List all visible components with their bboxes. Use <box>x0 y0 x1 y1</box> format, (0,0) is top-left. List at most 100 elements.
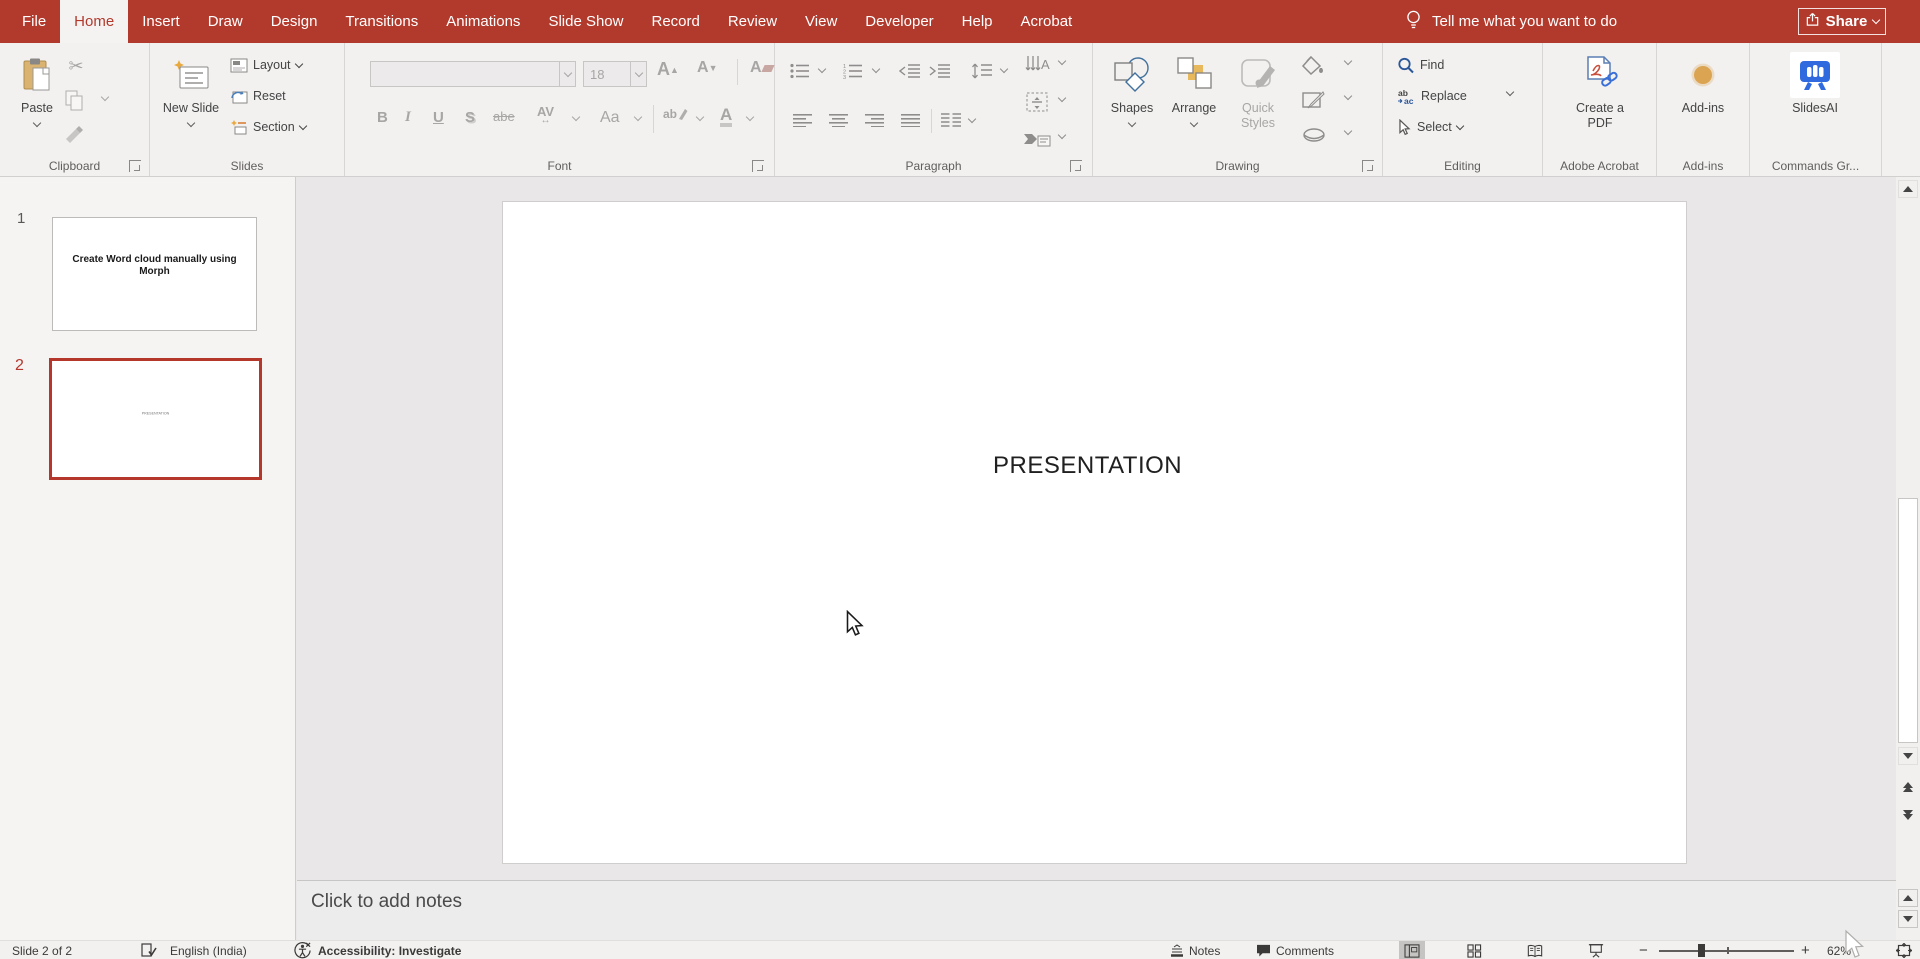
line-spacing-button[interactable] <box>971 63 993 79</box>
menu-tab-home[interactable]: Home <box>60 0 128 43</box>
menu-tab-view[interactable]: View <box>791 0 851 43</box>
notes-scroll-up-button[interactable] <box>1898 889 1918 907</box>
menu-tab-transitions[interactable]: Transitions <box>331 0 432 43</box>
line-spacing-chevron-icon[interactable] <box>1000 65 1008 73</box>
shape-outline-chevron-icon[interactable] <box>1344 92 1352 100</box>
bullets-button[interactable] <box>790 63 810 79</box>
slide-sorter-view-button[interactable] <box>1461 941 1487 959</box>
numbering-chevron-icon[interactable] <box>872 65 880 73</box>
notes-placeholder[interactable]: Click to add notes <box>311 891 462 913</box>
font-size-combo[interactable]: 18 <box>583 61 647 87</box>
menu-tab-acrobat[interactable]: Acrobat <box>1007 0 1087 43</box>
arrange-button[interactable]: Arrange <box>1165 52 1223 160</box>
zoom-level[interactable]: 62% <box>1827 941 1851 959</box>
reset-button[interactable]: Reset <box>230 85 286 107</box>
shape-outline-button[interactable] <box>1301 90 1325 110</box>
bold-button[interactable]: B <box>377 109 388 126</box>
align-left-button[interactable] <box>793 113 812 127</box>
previous-slide-button[interactable] <box>1898 775 1918 799</box>
accessibility-status[interactable]: Accessibility: Investigate <box>318 941 461 959</box>
layout-button[interactable]: Layout <box>230 54 302 76</box>
change-case-chevron-icon[interactable] <box>634 113 642 121</box>
zoom-slider-handle[interactable] <box>1698 944 1705 957</box>
italic-button[interactable]: I <box>405 109 411 126</box>
scrollbar-thumb[interactable] <box>1898 498 1918 743</box>
select-button[interactable]: Select <box>1397 116 1463 138</box>
shape-fill-chevron-icon[interactable] <box>1344 57 1352 65</box>
reading-view-button[interactable] <box>1522 941 1548 959</box>
align-text-chevron-icon[interactable] <box>1058 94 1066 102</box>
menu-tab-draw[interactable]: Draw <box>194 0 257 43</box>
menu-tab-insert[interactable]: Insert <box>128 0 194 43</box>
grow-font-button[interactable]: A▲ <box>657 59 679 80</box>
align-right-button[interactable] <box>865 113 884 127</box>
font-size-dropdown[interactable] <box>630 62 646 86</box>
align-center-button[interactable] <box>829 113 848 127</box>
character-spacing-button[interactable]: AV↔ <box>537 107 554 125</box>
increase-indent-button[interactable] <box>929 63 951 79</box>
format-painter-button[interactable] <box>62 123 86 145</box>
section-button[interactable]: Section <box>230 116 306 138</box>
menu-tab-design[interactable]: Design <box>257 0 332 43</box>
replace-button[interactable]: abac Replace <box>1397 85 1467 107</box>
underline-button[interactable]: U <box>433 109 444 126</box>
font-dialog-launcher[interactable] <box>752 160 764 172</box>
notes-scroll-down-button[interactable] <box>1898 910 1918 928</box>
zoom-out-button[interactable]: − <box>1639 941 1648 959</box>
numbering-button[interactable]: 123 <box>843 63 863 79</box>
menu-tab-review[interactable]: Review <box>714 0 791 43</box>
share-button[interactable]: Share <box>1798 8 1886 35</box>
shapes-button[interactable]: Shapes <box>1103 52 1161 160</box>
language-indicator[interactable]: English (India) <box>170 941 247 959</box>
next-slide-button[interactable] <box>1898 803 1918 827</box>
scroll-up-button[interactable] <box>1898 180 1918 198</box>
font-color-chevron-icon[interactable] <box>746 113 754 121</box>
menu-tab-slide-show[interactable]: Slide Show <box>534 0 637 43</box>
slide-canvas[interactable]: PRESENTATION <box>502 201 1687 864</box>
convert-smartart-button[interactable] <box>1023 128 1051 150</box>
new-slide-button[interactable]: New Slide <box>162 52 220 160</box>
highlight-color-button[interactable]: ab <box>663 107 689 121</box>
slidesai-button[interactable]: SlidesAI <box>1786 52 1844 160</box>
font-name-combo[interactable] <box>370 61 576 87</box>
text-direction-chevron-icon[interactable] <box>1058 57 1066 65</box>
slide-thumbnail-2[interactable]: PRESENTATION <box>49 358 262 480</box>
columns-button[interactable] <box>941 113 961 128</box>
slide-number-indicator[interactable]: Slide 2 of 2 <box>12 941 72 959</box>
menu-tab-record[interactable]: Record <box>637 0 713 43</box>
decrease-indent-button[interactable] <box>899 63 921 79</box>
change-case-button[interactable]: Aa <box>600 109 620 127</box>
menu-tab-developer[interactable]: Developer <box>851 0 947 43</box>
clipboard-dialog-launcher[interactable] <box>129 160 141 172</box>
zoom-in-button[interactable]: + <box>1801 941 1810 959</box>
notes-pane[interactable]: Click to add notes <box>297 880 1896 940</box>
shape-effects-chevron-icon[interactable] <box>1344 127 1352 135</box>
font-name-dropdown[interactable] <box>559 62 575 86</box>
tell-me-box[interactable]: Tell me what you want to do <box>1405 0 1617 43</box>
paste-button[interactable]: Paste <box>8 52 66 160</box>
replace-chevron-icon[interactable] <box>1506 88 1514 96</box>
bullets-chevron-icon[interactable] <box>818 65 826 73</box>
slide-title-text[interactable]: PRESENTATION <box>993 452 1182 480</box>
justify-button[interactable] <box>901 113 920 127</box>
menu-tab-help[interactable]: Help <box>948 0 1007 43</box>
cut-button[interactable]: ✂ <box>62 53 90 79</box>
shrink-font-button[interactable]: A▼ <box>697 59 717 77</box>
character-spacing-chevron-icon[interactable] <box>572 113 580 121</box>
shape-fill-button[interactable] <box>1301 55 1325 75</box>
scroll-down-button[interactable] <box>1898 747 1918 765</box>
addins-button[interactable]: Add-ins <box>1674 52 1732 160</box>
highlight-color-chevron-icon[interactable] <box>696 113 704 121</box>
font-color-button[interactable]: A <box>720 107 732 127</box>
menu-tab-file[interactable]: File <box>8 0 60 43</box>
comments-toggle-button[interactable]: Comments <box>1256 941 1334 959</box>
drawing-dialog-launcher[interactable] <box>1362 160 1374 172</box>
text-shadow-button[interactable]: S <box>465 109 475 126</box>
convert-smartart-chevron-icon[interactable] <box>1058 131 1066 139</box>
menu-tab-animations[interactable]: Animations <box>432 0 534 43</box>
strikethrough-button[interactable]: abe <box>493 109 515 124</box>
quick-styles-button[interactable]: Quick Styles <box>1227 52 1289 160</box>
columns-chevron-icon[interactable] <box>968 115 976 123</box>
slide-thumbnail-1[interactable]: Create Word cloud manually using Morph <box>52 217 257 331</box>
copy-button[interactable] <box>64 89 84 111</box>
